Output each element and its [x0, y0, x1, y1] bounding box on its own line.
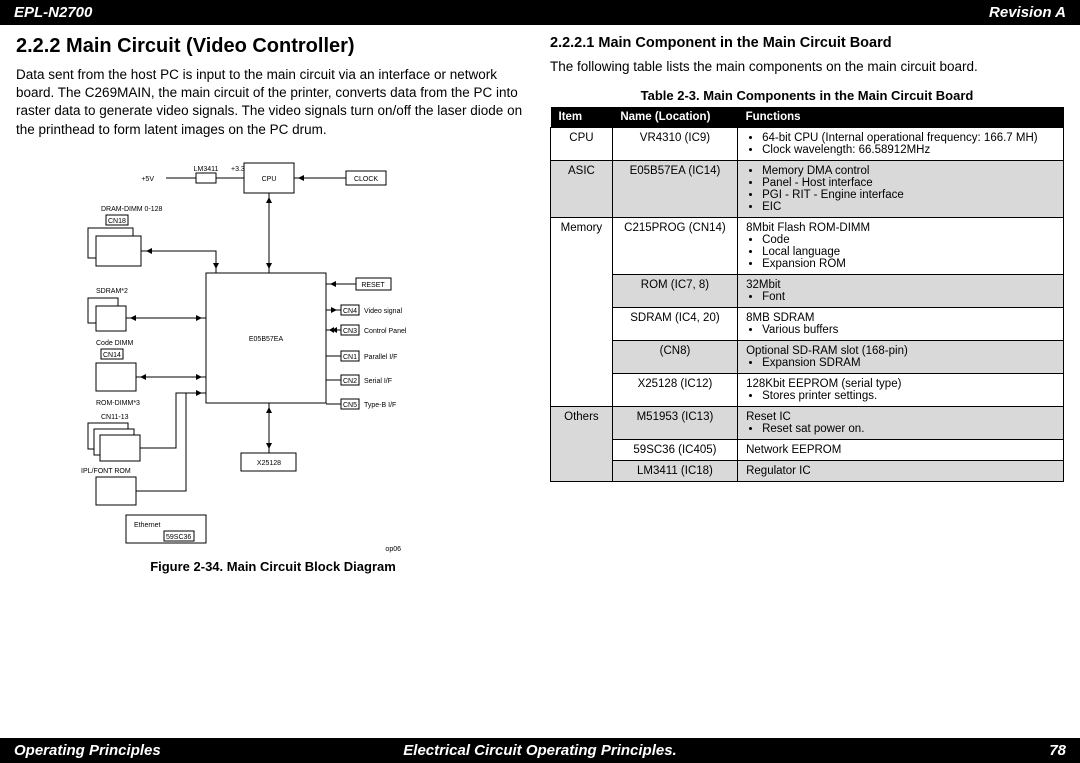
svg-text:59SC36: 59SC36: [166, 534, 191, 541]
svg-text:CN11-13: CN11-13: [101, 414, 129, 421]
content: 2.2.2 Main Circuit (Video Controller) Da…: [0, 25, 1080, 584]
table-row: ASIC E05B57EA (IC14) Memory DMA controlP…: [551, 161, 1064, 218]
svg-text:IPL/FONT ROM: IPL/FONT ROM: [81, 468, 131, 475]
svg-text:RESET: RESET: [361, 282, 385, 289]
section-heading: 2.2.2 Main Circuit (Video Controller): [16, 35, 530, 58]
svg-text:X25128: X25128: [257, 460, 281, 467]
figure-caption: Figure 2-34. Main Circuit Block Diagram: [16, 559, 530, 574]
th-item: Item: [551, 107, 613, 128]
intro-text: The following table lists the main compo…: [550, 59, 1064, 74]
svg-text:SDRAM*2: SDRAM*2: [96, 288, 128, 295]
svg-text:Serial I/F: Serial I/F: [364, 378, 392, 385]
svg-text:CN14: CN14: [103, 352, 121, 359]
table-row: Memory C215PROG (CN14) 8Mbit Flash ROM-D…: [551, 218, 1064, 275]
table-row: Others M51953 (IC13) Reset ICReset sat p…: [551, 407, 1064, 440]
svg-text:Ethernet: Ethernet: [134, 522, 161, 529]
svg-text:CN1: CN1: [343, 354, 357, 361]
table-row: CPU VR4310 (IC9) 64-bit CPU (Internal op…: [551, 128, 1064, 161]
svg-text:+5V: +5V: [141, 176, 154, 183]
svg-text:ROM-DIMM*3: ROM-DIMM*3: [96, 400, 140, 407]
section-body: Data sent from the host PC is input to t…: [16, 66, 530, 139]
header-right: Revision A: [989, 4, 1066, 21]
svg-text:Type-B I/F: Type-B I/F: [364, 402, 396, 409]
svg-text:CN18: CN18: [108, 218, 126, 225]
footer-right: 78: [1049, 742, 1066, 759]
svg-text:Code DIMM: Code DIMM: [96, 340, 134, 347]
subsection-heading: 2.2.2.1 Main Component in the Main Circu…: [550, 35, 1064, 51]
left-column: 2.2.2 Main Circuit (Video Controller) Da…: [16, 35, 530, 574]
block-diagram: LM3411 +5V +3.3V CPU CLOCK DRAM-DIMM 0-1…: [16, 153, 416, 553]
svg-text:LM3411: LM3411: [194, 166, 219, 173]
svg-text:op06: op06: [385, 546, 401, 553]
svg-text:Control Panel: Control Panel: [364, 328, 407, 335]
th-name: Name (Location): [612, 107, 737, 128]
footer-left: Operating Principles: [14, 742, 161, 759]
footer-center: Electrical Circuit Operating Principles.: [403, 742, 676, 759]
components-table: Item Name (Location) Functions CPU VR431…: [550, 107, 1064, 482]
svg-text:Parallel I/F: Parallel I/F: [364, 354, 397, 361]
table-row: (CN8) Optional SD-RAM slot (168-pin)Expa…: [551, 341, 1064, 374]
table-row: ROM (IC7, 8) 32MbitFont: [551, 275, 1064, 308]
header-bar: EPL-N2700 Revision A: [0, 0, 1080, 25]
footer-bar: Operating Principles Electrical Circuit …: [0, 738, 1080, 763]
svg-text:CN3: CN3: [343, 328, 357, 335]
svg-text:DRAM-DIMM 0-128: DRAM-DIMM 0-128: [101, 206, 163, 213]
svg-text:CLOCK: CLOCK: [354, 176, 378, 183]
svg-text:CPU: CPU: [262, 176, 277, 183]
right-column: 2.2.2.1 Main Component in the Main Circu…: [550, 35, 1064, 574]
table-row: 59SC36 (IC405) Network EEPROM: [551, 440, 1064, 461]
table-caption: Table 2-3. Main Components in the Main C…: [550, 88, 1064, 103]
table-row: SDRAM (IC4, 20) 8MB SDRAMVarious buffers: [551, 308, 1064, 341]
header-left: EPL-N2700: [14, 4, 92, 21]
table-row: LM3411 (IC18) Regulator IC: [551, 461, 1064, 482]
svg-text:CN5: CN5: [343, 402, 357, 409]
table-row: X25128 (IC12) 128Kbit EEPROM (serial typ…: [551, 374, 1064, 407]
svg-text:Video signal: Video signal: [364, 308, 402, 315]
svg-text:E05B57EA: E05B57EA: [249, 336, 284, 343]
th-func: Functions: [738, 107, 1064, 128]
svg-text:CN4: CN4: [343, 308, 357, 315]
svg-text:CN2: CN2: [343, 378, 357, 385]
